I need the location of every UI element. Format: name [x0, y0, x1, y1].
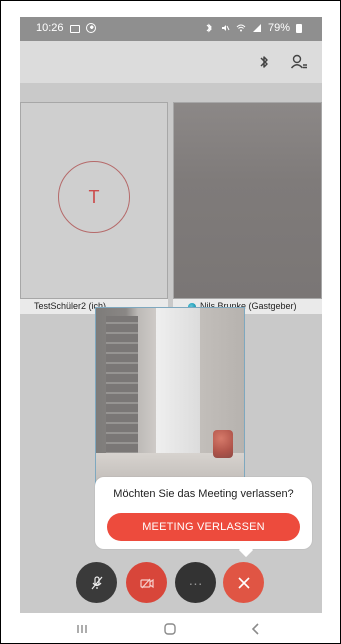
gallery-icon — [69, 24, 80, 33]
wifi-icon — [236, 24, 246, 32]
leave-meeting-popover: Möchten Sie das Meeting verlassen? MEETI… — [95, 477, 312, 558]
hang-up-button[interactable] — [223, 562, 264, 603]
recent-apps-icon — [77, 625, 87, 633]
participants-list-icon — [290, 54, 307, 69]
clock: 10:26 — [36, 22, 64, 34]
leave-meeting-button[interactable]: MEETING VERLASSEN — [107, 513, 300, 541]
battery-percent: 79% — [267, 22, 290, 34]
top-toolbar — [20, 41, 322, 83]
compass-icon — [85, 23, 96, 33]
participants-button[interactable] — [287, 50, 311, 74]
home-button[interactable] — [158, 619, 182, 639]
camera-toggle-button[interactable] — [126, 562, 167, 603]
status-left: 10:26 — [36, 22, 96, 34]
phone-screen: 10:26 79% T TestSchüler2 (ich) Nils Brun… — [20, 17, 322, 643]
video-brick-column — [106, 316, 138, 472]
status-right: 79% — [204, 22, 302, 34]
call-controls: ··· — [20, 562, 322, 606]
back-icon — [251, 623, 259, 635]
screenshot-frame: 10:26 79% T TestSchüler2 (ich) Nils Brun… — [0, 0, 341, 644]
mute-icon — [221, 25, 230, 31]
recent-apps-button[interactable] — [70, 619, 94, 639]
back-button[interactable] — [244, 619, 268, 639]
bluetooth-button[interactable] — [252, 50, 276, 74]
mute-mic-button[interactable] — [76, 562, 117, 603]
home-icon — [164, 623, 176, 635]
bluetooth-icon — [260, 56, 268, 68]
leave-question: Möchten Sie das Meeting verlassen? — [113, 488, 294, 500]
mic-off-icon — [91, 575, 102, 589]
close-icon — [237, 576, 250, 589]
camera-off-icon — [139, 578, 154, 588]
system-nav-bar — [20, 613, 322, 643]
more-icon: ··· — [188, 574, 203, 591]
active-video-tile[interactable] — [95, 307, 245, 486]
battery-icon — [296, 23, 302, 33]
signal-icon — [252, 24, 261, 32]
more-options-button[interactable]: ··· — [175, 562, 216, 603]
self-avatar-initial: T — [88, 186, 100, 207]
video-plant — [213, 430, 233, 458]
host-video-tile[interactable] — [173, 102, 322, 299]
bluetooth-icon — [206, 23, 212, 33]
self-video-tile[interactable]: T — [20, 102, 168, 299]
self-avatar: T — [58, 161, 130, 233]
status-bar: 10:26 79% — [20, 17, 322, 41]
